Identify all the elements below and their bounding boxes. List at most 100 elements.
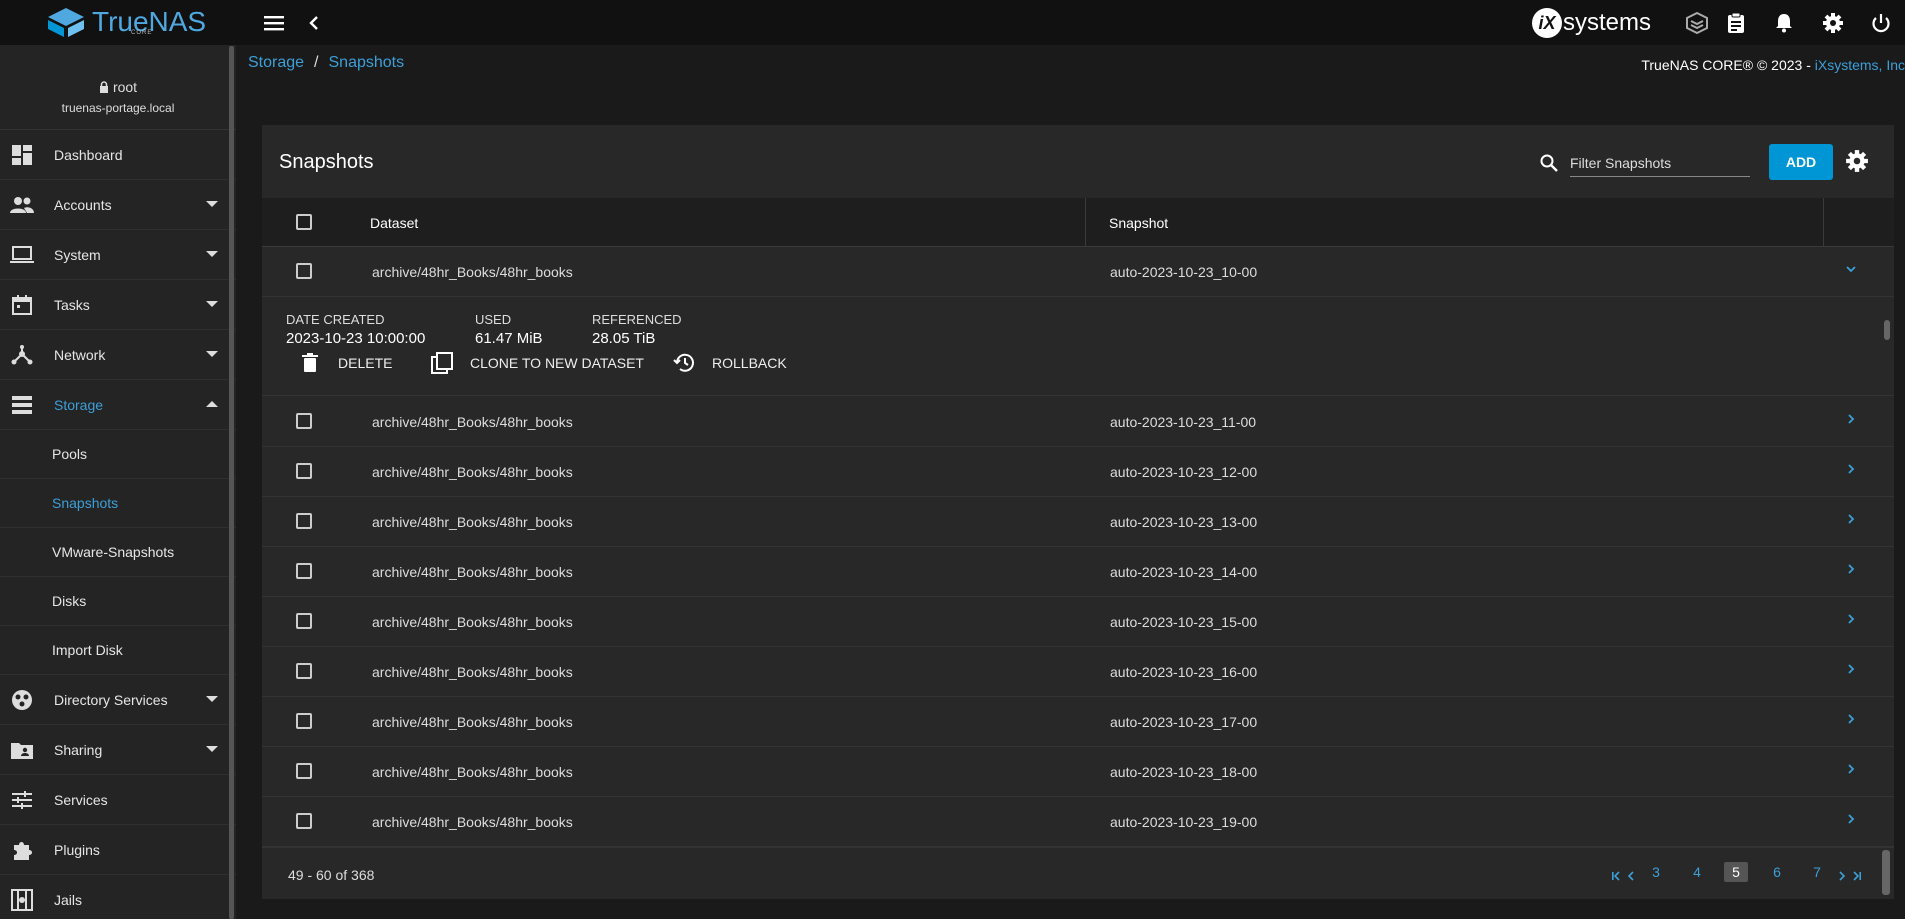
sidebar-item-label: Directory Services <box>54 691 168 708</box>
delete-button[interactable]: DELETE <box>298 348 392 378</box>
row-snapshot: auto-2023-10-23_11-00 <box>1110 413 1257 430</box>
caret-down-icon <box>206 251 218 257</box>
sidebar-item-network[interactable]: Network <box>0 330 236 380</box>
chevron-right-icon[interactable] <box>1843 761 1859 777</box>
sidebar-item-plugins[interactable]: Plugins <box>0 825 236 875</box>
row-checkbox[interactable] <box>296 463 312 479</box>
page-3[interactable]: 3 <box>1649 862 1663 882</box>
sidebar-item-sharing[interactable]: Sharing <box>0 725 236 775</box>
row-dataset: archive/48hr_Books/48hr_books <box>372 463 573 480</box>
collapse-button[interactable] <box>301 10 327 36</box>
range-label: 49 - 60 of 368 <box>288 867 375 883</box>
truenas-logo-icon <box>48 8 84 37</box>
chevron-right-icon[interactable] <box>1843 661 1859 677</box>
table-row[interactable]: archive/48hr_Books/48hr_books auto-2023-… <box>262 747 1894 797</box>
menu-toggle-button[interactable] <box>261 10 287 36</box>
column-header-dataset[interactable]: Dataset <box>370 198 418 247</box>
table-row[interactable]: archive/48hr_Books/48hr_books auto-2023-… <box>262 597 1894 647</box>
sidebar-item-dashboard[interactable]: Dashboard <box>0 130 236 180</box>
page-4[interactable]: 4 <box>1690 862 1704 882</box>
column-header-snapshot[interactable]: Snapshot <box>1109 198 1168 247</box>
row-snapshot: auto-2023-10-23_12-00 <box>1110 463 1258 480</box>
previous-page-icon[interactable] <box>1626 866 1636 886</box>
row-checkbox[interactable] <box>296 513 312 529</box>
select-all-checkbox[interactable] <box>296 214 312 230</box>
ixsystems-link[interactable]: iXsystems, Inc <box>1815 57 1905 73</box>
sidebar-item-directory-services[interactable]: Directory Services <box>0 675 236 725</box>
table-row[interactable]: archive/48hr_Books/48hr_books auto-2023-… <box>262 647 1894 697</box>
sidebar-subitem-import-disk[interactable]: Import Disk <box>0 626 236 675</box>
row-checkbox[interactable] <box>296 613 312 629</box>
sidebar-subitem-vmware-snapshots[interactable]: VMware-Snapshots <box>0 528 236 577</box>
sidebar-item-label: Network <box>54 346 106 363</box>
row-checkbox[interactable] <box>296 663 312 679</box>
row-checkbox[interactable] <box>296 713 312 729</box>
chevron-right-icon[interactable] <box>1843 411 1859 427</box>
card-scrollbar[interactable] <box>1882 850 1890 895</box>
date-created-value: 2023-10-23 10:00:00 <box>286 330 426 347</box>
sidebar-scrollbar[interactable] <box>229 46 234 919</box>
breadcrumb-snapshots[interactable]: Snapshots <box>329 54 405 72</box>
row-checkbox[interactable] <box>296 413 312 429</box>
row-dataset: archive/48hr_Books/48hr_books <box>372 263 573 280</box>
chevron-down-icon[interactable] <box>1843 261 1859 277</box>
paginator: 49 - 60 of 368 3 4 5 6 7 <box>262 847 1894 899</box>
sidebar-item-accounts[interactable]: Accounts <box>0 180 236 230</box>
column-settings-button[interactable] <box>1845 149 1871 175</box>
chevron-right-icon[interactable] <box>1843 711 1859 727</box>
chevron-right-icon[interactable] <box>1843 811 1859 827</box>
last-page-icon[interactable] <box>1850 866 1862 886</box>
sidebar-subitem-snapshots[interactable]: Snapshots <box>0 479 236 528</box>
chevron-right-icon[interactable] <box>1843 511 1859 527</box>
accounts-icon <box>10 193 34 217</box>
row-checkbox[interactable] <box>296 813 312 829</box>
table-row-expanded[interactable]: archive/48hr_Books/48hr_books auto-2023-… <box>262 247 1894 297</box>
table-scrollbar[interactable] <box>1884 320 1890 340</box>
rollback-button[interactable]: ROLLBACK <box>672 348 787 378</box>
date-created-label: DATE CREATED <box>286 312 385 327</box>
chevron-right-icon[interactable] <box>1843 561 1859 577</box>
table-row[interactable]: archive/48hr_Books/48hr_books auto-2023-… <box>262 497 1894 547</box>
row-checkbox[interactable] <box>296 263 312 279</box>
notifications-button[interactable] <box>1771 10 1797 36</box>
table-row[interactable]: archive/48hr_Books/48hr_books auto-2023-… <box>262 397 1894 447</box>
chevron-right-icon[interactable] <box>1843 461 1859 477</box>
sidebar-item-services[interactable]: Services <box>0 775 236 825</box>
caret-down-icon <box>206 746 218 752</box>
table-row[interactable]: archive/48hr_Books/48hr_books auto-2023-… <box>262 447 1894 497</box>
table-row[interactable]: archive/48hr_Books/48hr_books auto-2023-… <box>262 697 1894 747</box>
gear-icon <box>1823 13 1843 33</box>
task-manager-button[interactable] <box>1723 10 1749 36</box>
row-checkbox[interactable] <box>296 563 312 579</box>
breadcrumb-storage[interactable]: Storage <box>248 54 304 72</box>
sidebar-subitem-pools[interactable]: Pools <box>0 430 236 479</box>
first-page-icon[interactable] <box>1611 866 1623 886</box>
sidebar-item-jails[interactable]: Jails <box>0 875 236 919</box>
truecommand-button[interactable] <box>1684 10 1710 36</box>
user-info: root truenas-portage.local <box>0 45 236 130</box>
power-button[interactable] <box>1868 10 1894 36</box>
page-5-current[interactable]: 5 <box>1724 862 1748 882</box>
laptop-icon <box>10 243 34 267</box>
filter-snapshots-input[interactable] <box>1570 149 1750 177</box>
truenas-logo[interactable]: TrueNAS <box>46 6 206 38</box>
next-page-icon[interactable] <box>1837 866 1847 886</box>
network-icon <box>10 343 34 367</box>
page-6[interactable]: 6 <box>1770 862 1784 882</box>
storage-icon <box>10 393 34 417</box>
row-dataset: archive/48hr_Books/48hr_books <box>372 813 573 830</box>
sidebar-item-label: Services <box>54 791 108 808</box>
sidebar-item-tasks[interactable]: Tasks <box>0 280 236 330</box>
sidebar-subitem-disks[interactable]: Disks <box>0 577 236 626</box>
row-checkbox[interactable] <box>296 763 312 779</box>
ixsystems-logo: iX systems <box>1532 8 1651 38</box>
sidebar-item-storage[interactable]: Storage <box>0 380 236 430</box>
table-row[interactable]: archive/48hr_Books/48hr_books auto-2023-… <box>262 797 1894 847</box>
settings-menu-button[interactable] <box>1820 10 1846 36</box>
table-row[interactable]: archive/48hr_Books/48hr_books auto-2023-… <box>262 547 1894 597</box>
sidebar-item-system[interactable]: System <box>0 230 236 280</box>
page-7[interactable]: 7 <box>1810 862 1824 882</box>
add-button[interactable]: ADD <box>1769 144 1833 180</box>
chevron-right-icon[interactable] <box>1843 611 1859 627</box>
clone-to-new-dataset-button[interactable]: CLONE TO NEW DATASET <box>430 348 644 378</box>
